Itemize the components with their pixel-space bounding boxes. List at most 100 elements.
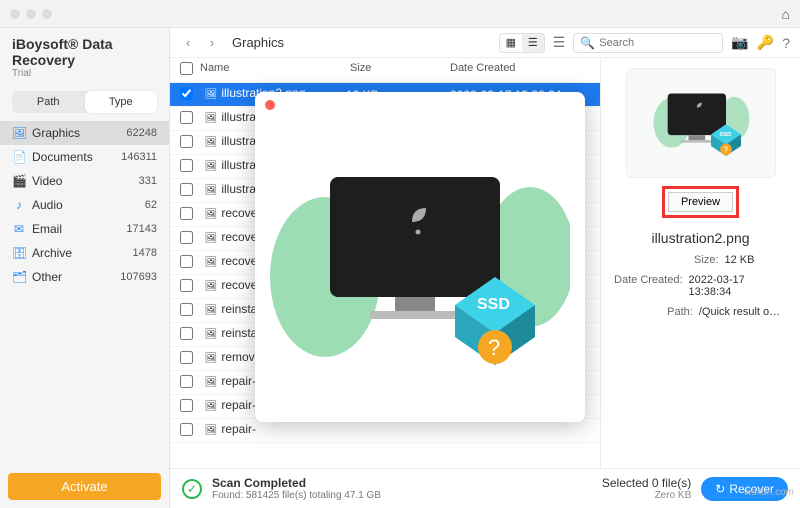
search-icon: 🔍 [580, 36, 595, 50]
sidebar-item-other[interactable]: 🗂Other107693 [0, 265, 169, 289]
list-view-icon[interactable]: ☰ [522, 34, 544, 52]
row-checkbox[interactable] [180, 327, 193, 340]
category-count: 331 [139, 175, 157, 187]
row-checkbox[interactable] [180, 423, 193, 436]
row-name: 🖼 repair- [204, 422, 342, 439]
category-list: 🖼Graphics62248📄Documents146311 🎬 Video 331 ♪… [0, 121, 169, 465]
close-dot[interactable] [10, 9, 20, 19]
row-checkbox[interactable] [180, 279, 193, 292]
file-icon: 🖼 [204, 161, 218, 175]
status-title: Scan Completed [212, 476, 381, 490]
sidebar-item-audio[interactable]: ♪ Audio 62 [0, 193, 169, 217]
sidebar-item-documents[interactable]: 📄Documents146311 [0, 145, 169, 169]
key-icon[interactable]: 🔑 [757, 34, 774, 51]
home-icon[interactable]: ⌂ [782, 6, 790, 22]
col-date[interactable]: Date Created [450, 62, 590, 78]
select-all-checkbox[interactable] [180, 62, 193, 75]
selected-count: Selected 0 file(s) [602, 476, 691, 490]
row-checkbox[interactable] [180, 351, 193, 364]
category-icon: ♪ [12, 198, 26, 212]
preview-popup: SSD ? [255, 92, 585, 422]
category-label: Email [32, 222, 120, 236]
category-count: 107693 [120, 271, 157, 283]
breadcrumb: Graphics [232, 35, 284, 50]
col-name[interactable]: Name [200, 62, 350, 78]
grid-view-icon[interactable]: ▦ [500, 34, 522, 52]
row-checkbox[interactable] [180, 207, 193, 220]
row-checkbox[interactable] [180, 111, 193, 124]
watermark: wsxdn.com [744, 487, 794, 498]
category-count: 17143 [126, 223, 157, 235]
category-count: 1478 [133, 247, 157, 259]
file-icon: 🖼 [204, 257, 218, 271]
category-icon: 🖼 [12, 126, 26, 140]
category-icon: 🎬 [12, 174, 26, 188]
file-icon: 🖼 [204, 329, 218, 343]
brand: iBoysoft® Data Recovery Trial [0, 28, 169, 83]
svg-text:?: ? [488, 335, 500, 360]
column-headers: Name Size Date Created [170, 58, 600, 83]
category-label: Video [32, 174, 133, 188]
col-size[interactable]: Size [350, 62, 450, 78]
category-count: 62 [145, 199, 157, 211]
sidebar-item-email[interactable]: ✉ Email 17143 [0, 217, 169, 241]
table-row[interactable]: 🖼 repair- [170, 419, 600, 443]
category-label: Other [32, 270, 114, 284]
tab-type[interactable]: Type [85, 91, 158, 113]
file-icon: 🖼 [204, 89, 218, 103]
row-checkbox[interactable] [180, 303, 193, 316]
selected-size: Zero KB [602, 490, 691, 501]
file-icon: 🖼 [204, 113, 218, 127]
activate-button[interactable]: Activate [8, 473, 161, 500]
category-count: 62248 [126, 127, 157, 139]
view-toggle[interactable]: ▦ ☰ [499, 33, 545, 53]
sidebar-item-archive[interactable]: 🗄Archive1478 [0, 241, 169, 265]
check-icon: ✓ [182, 479, 202, 499]
file-icon: 🖼 [204, 209, 218, 223]
toolbar: ‹ › Graphics ▦ ☰ ☰ 🔍 📷 🔑 ? [170, 28, 800, 58]
svg-text:SSD: SSD [719, 132, 731, 138]
file-icon: 🖼 [204, 425, 218, 439]
max-dot[interactable] [42, 9, 52, 19]
camera-icon[interactable]: 📷 [731, 34, 748, 51]
row-checkbox[interactable] [180, 159, 193, 172]
popup-image: SSD ? [270, 127, 570, 387]
search-box[interactable]: 🔍 [573, 33, 723, 53]
row-checkbox[interactable] [180, 231, 193, 244]
category-icon: ✉ [12, 222, 26, 236]
sidebar-item-video[interactable]: 🎬 Video 331 [0, 169, 169, 193]
titlebar: ⌂ [0, 0, 800, 28]
preview-button[interactable]: Preview [668, 192, 733, 212]
popup-close-button[interactable] [265, 100, 275, 110]
help-icon[interactable]: ? [782, 35, 790, 51]
file-icon: 🖼 [204, 233, 218, 247]
tab-path[interactable]: Path [12, 91, 85, 113]
min-dot[interactable] [26, 9, 36, 19]
row-checkbox[interactable] [180, 135, 193, 148]
monitor-ssd-icon: SSD ? [651, 81, 751, 164]
preview-panel: SSD ? Preview illustration2.png Size:12 … [600, 58, 800, 468]
file-icon: 🖼 [204, 353, 218, 367]
file-icon: 🖼 [204, 137, 218, 151]
sidebar-item-graphics[interactable]: 🖼Graphics62248 [0, 121, 169, 145]
back-button[interactable]: ‹ [180, 35, 196, 50]
filter-icon[interactable]: ☰ [553, 34, 566, 51]
category-icon: 🗄 [12, 246, 26, 260]
forward-button[interactable]: › [204, 35, 220, 50]
row-checkbox[interactable] [180, 183, 193, 196]
window-controls [10, 9, 52, 19]
category-label: Audio [32, 198, 139, 212]
file-icon: 🖼 [204, 185, 218, 199]
file-icon: 🖼 [204, 305, 218, 319]
search-input[interactable] [599, 37, 716, 49]
status-detail: Found: 581425 file(s) totaling 47.1 GB [212, 490, 381, 501]
sidebar: iBoysoft® Data Recovery Trial Path Type … [0, 28, 170, 508]
row-checkbox[interactable] [180, 87, 193, 100]
svg-text:SSD: SSD [477, 296, 510, 313]
category-label: Documents [32, 150, 115, 164]
row-checkbox[interactable] [180, 399, 193, 412]
row-checkbox[interactable] [180, 255, 193, 268]
preview-thumbnail: SSD ? [626, 68, 776, 178]
row-checkbox[interactable] [180, 375, 193, 388]
path-type-segment[interactable]: Path Type [12, 91, 157, 113]
